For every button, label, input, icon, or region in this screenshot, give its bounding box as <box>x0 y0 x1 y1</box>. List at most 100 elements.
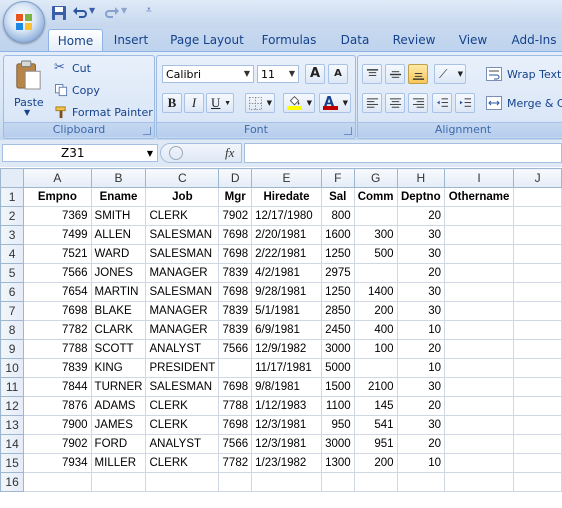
cell[interactable]: SALESMAN <box>145 244 220 264</box>
cell[interactable]: Comm <box>353 187 398 207</box>
cell[interactable] <box>513 320 562 340</box>
cell[interactable]: 7782 <box>218 453 253 473</box>
cell[interactable]: 11/17/1981 <box>251 358 322 378</box>
cell[interactable]: 9/8/1981 <box>251 377 322 397</box>
name-box[interactable]: Z31 ▼ <box>2 144 158 162</box>
row-header[interactable]: 13 <box>0 415 25 435</box>
cell[interactable]: Mgr <box>218 187 253 207</box>
cell[interactable]: ANALYST <box>145 434 220 454</box>
tab-formulas[interactable]: Formulas <box>256 29 322 51</box>
cell[interactable] <box>251 472 322 492</box>
grow-font-button[interactable]: A <box>305 64 325 84</box>
cell[interactable]: 7698 <box>218 225 253 245</box>
clipboard-launcher-icon[interactable] <box>143 127 151 135</box>
row-header[interactable]: 10 <box>0 358 25 378</box>
column-header[interactable]: E <box>251 168 322 188</box>
select-all-corner[interactable] <box>0 168 25 188</box>
cell[interactable] <box>513 377 562 397</box>
cell[interactable] <box>353 206 398 226</box>
cell[interactable]: MARTIN <box>90 282 147 302</box>
font-size-combo[interactable]: 11 ▼ <box>257 65 299 83</box>
cell[interactable]: SALESMAN <box>145 282 220 302</box>
cell[interactable]: 7839 <box>218 320 253 340</box>
column-header[interactable]: J <box>513 168 562 188</box>
cell[interactable]: 200 <box>353 301 398 321</box>
cell[interactable]: 20 <box>396 263 446 283</box>
cell[interactable] <box>513 358 562 378</box>
cell[interactable]: 7844 <box>23 377 92 397</box>
cell[interactable] <box>444 472 515 492</box>
row-header[interactable]: 5 <box>0 263 25 283</box>
redo-icon[interactable] <box>104 5 120 21</box>
cell[interactable] <box>513 396 562 416</box>
row-header[interactable]: 2 <box>0 206 25 226</box>
cell[interactable] <box>218 358 253 378</box>
cell[interactable]: 7698 <box>218 415 253 435</box>
cell[interactable] <box>513 301 562 321</box>
cell[interactable]: 30 <box>396 244 446 264</box>
cell[interactable] <box>444 358 515 378</box>
row-header[interactable]: 16 <box>0 472 25 492</box>
cell[interactable]: 7698 <box>23 301 92 321</box>
tab-add-ins[interactable]: Add-Ins <box>505 29 562 51</box>
cell[interactable]: CLERK <box>145 415 220 435</box>
cell[interactable]: MANAGER <box>145 263 220 283</box>
cell[interactable] <box>444 377 515 397</box>
cell[interactable]: 30 <box>396 225 446 245</box>
wrap-text-button[interactable]: Wrap Text <box>486 66 562 84</box>
cut-button[interactable]: ✂ Cut <box>54 60 149 78</box>
font-name-combo[interactable]: Calibri ▼ <box>162 65 254 83</box>
cell[interactable]: FORD <box>90 434 147 454</box>
cell[interactable]: 7839 <box>218 263 253 283</box>
cell[interactable]: 7788 <box>23 339 92 359</box>
cell[interactable]: 7698 <box>218 282 253 302</box>
cell[interactable]: 500 <box>353 244 398 264</box>
row-header[interactable]: 15 <box>0 453 25 473</box>
cell[interactable]: 20 <box>396 206 446 226</box>
row-header[interactable]: 1 <box>0 187 25 207</box>
cell[interactable] <box>444 415 515 435</box>
cell[interactable] <box>444 453 515 473</box>
cell[interactable]: CLARK <box>90 320 147 340</box>
column-header[interactable]: C <box>145 168 220 188</box>
cell[interactable] <box>444 434 515 454</box>
cell[interactable]: 10 <box>396 320 446 340</box>
cell[interactable]: 2975 <box>320 263 355 283</box>
chevron-down-icon[interactable]: ▼ <box>147 145 153 162</box>
cell[interactable]: SMITH <box>90 206 147 226</box>
customize-qat-icon[interactable]: ⩡ <box>146 5 152 16</box>
cell[interactable]: 7521 <box>23 244 92 264</box>
undo-icon[interactable] <box>72 5 88 21</box>
cell[interactable]: 7900 <box>23 415 92 435</box>
borders-button[interactable]: ▼ <box>245 93 275 113</box>
cell[interactable]: 9/28/1981 <box>251 282 322 302</box>
column-header[interactable]: D <box>218 168 253 188</box>
cell[interactable] <box>444 282 515 302</box>
cell[interactable]: 1300 <box>320 453 355 473</box>
cell[interactable] <box>513 187 562 207</box>
cell[interactable] <box>90 472 147 492</box>
cell[interactable] <box>444 339 515 359</box>
undo-dropdown-icon[interactable]: ▼ <box>89 6 95 15</box>
cell[interactable]: 30 <box>396 377 446 397</box>
column-header[interactable]: A <box>23 168 92 188</box>
cell[interactable]: SALESMAN <box>145 225 220 245</box>
cell[interactable] <box>513 282 562 302</box>
cell[interactable]: 30 <box>396 282 446 302</box>
cell[interactable]: Empno <box>23 187 92 207</box>
cell[interactable] <box>513 244 562 264</box>
cell[interactable]: CLERK <box>145 453 220 473</box>
cell[interactable]: 20 <box>396 396 446 416</box>
underline-button[interactable]: U ▼ <box>206 93 234 113</box>
formula-input[interactable] <box>244 143 562 163</box>
cell[interactable]: 7499 <box>23 225 92 245</box>
row-header[interactable]: 8 <box>0 320 25 340</box>
row-header[interactable]: 12 <box>0 396 25 416</box>
cell[interactable]: 100 <box>353 339 398 359</box>
cell[interactable]: 12/9/1982 <box>251 339 322 359</box>
row-header[interactable]: 7 <box>0 301 25 321</box>
tab-insert[interactable]: Insert <box>106 29 156 51</box>
merge-center-button[interactable]: Merge & C <box>486 95 562 113</box>
cell[interactable]: 1400 <box>353 282 398 302</box>
align-top-button[interactable] <box>362 64 382 84</box>
